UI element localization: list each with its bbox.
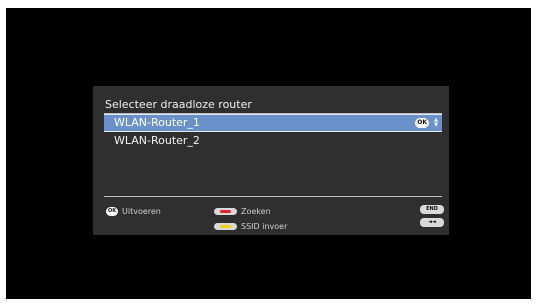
end-key-icon: END <box>420 205 444 214</box>
search-hint: Zoeken <box>214 207 271 216</box>
execute-label: Uitvoeren <box>122 207 161 216</box>
router-list: WLAN-Router_1 OK ▲ ▼ WLAN-Router_2 <box>104 114 442 150</box>
red-button-icon <box>214 208 237 215</box>
router-name: WLAN-Router_2 <box>114 134 200 147</box>
router-list-item-2[interactable]: WLAN-Router_2 <box>104 132 442 150</box>
yellow-button-icon <box>214 223 237 230</box>
search-label: Zoeken <box>241 207 271 216</box>
footer-divider <box>104 196 442 197</box>
ssid-input-label: SSID invoer <box>241 222 288 231</box>
row-ok-hint: OK ▲ ▼ <box>415 117 438 129</box>
dialog-title: Selecteer draadloze router <box>105 98 252 111</box>
execute-hint: OK Uitvoeren <box>106 207 161 216</box>
ok-button-icon: OK <box>106 207 118 216</box>
router-select-dialog: Selecteer draadloze router WLAN-Router_1… <box>93 86 449 235</box>
ok-button-icon: OK <box>415 118 430 128</box>
ssid-input-hint: SSID invoer <box>214 222 287 231</box>
arrow-down-icon: ▼ <box>434 122 438 128</box>
rewind-key-icon: ◄◄ <box>420 218 444 227</box>
router-list-item-1[interactable]: WLAN-Router_1 OK ▲ ▼ <box>104 114 442 132</box>
tv-screen: Selecteer draadloze router WLAN-Router_1… <box>6 8 531 299</box>
up-down-arrows-icon: ▲ ▼ <box>434 118 438 128</box>
router-name: WLAN-Router_1 <box>114 116 200 129</box>
